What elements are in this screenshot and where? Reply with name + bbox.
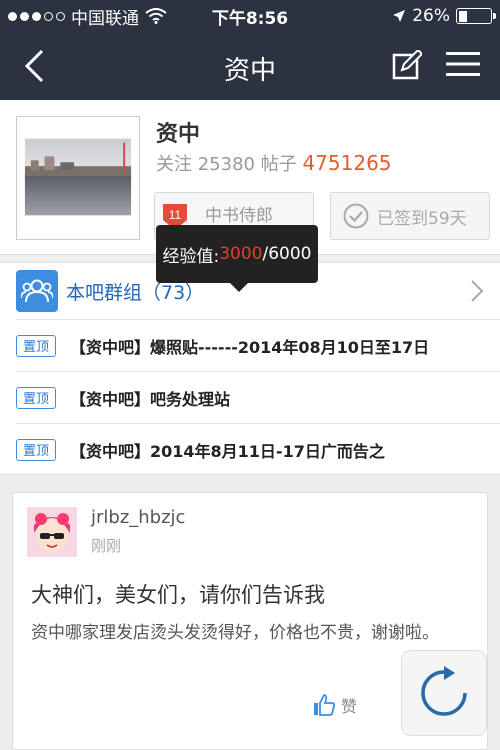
chevron-left-icon [24, 49, 44, 83]
stats-hidden-text: 关注 25380 帖子 [156, 154, 297, 175]
status-bar: 中国联通 下午8:56 26% [0, 0, 500, 32]
top-bar: 中国联通 下午8:56 26% 资中 [0, 0, 500, 100]
thumbs-up-icon [314, 694, 335, 716]
status-left: 中国联通 [8, 4, 167, 29]
post-count: 4751265 [302, 151, 392, 175]
status-right: 26% [392, 6, 496, 26]
top-list: 本吧群组（73） 置顶 【资中吧】爆照贴------2014年08月10日至17… [0, 262, 500, 475]
sticky-title: 【资中吧】爆照贴------2014年08月10日至17日 [70, 337, 430, 357]
sticky-tag: 置顶 [16, 334, 56, 357]
sign-in-label: 已签到59天 [377, 208, 467, 229]
sticky-post[interactable]: 置顶 【资中吧】吧务处理站 [16, 371, 500, 423]
group-icon [16, 270, 58, 312]
chevron-right-icon [471, 280, 484, 302]
battery-icon [456, 8, 496, 24]
sticky-tag: 置顶 [16, 438, 56, 461]
wifi-icon [145, 8, 167, 24]
level-title: 中书侍郎 [205, 206, 273, 226]
sticky-title: 【资中吧】2014年8月11日-17日广而告之 [70, 441, 385, 461]
post-time: 刚刚 [91, 537, 122, 555]
post-username[interactable]: jrlbz_hbzjc [91, 507, 185, 528]
forum-header: 资中 关注 25380 帖子 4751265 11 中书侍郎 已签到59天 经验… [0, 100, 500, 292]
nav-actions [392, 50, 480, 80]
exp-max: /6000 [262, 244, 312, 264]
like-button[interactable]: 赞 [313, 693, 357, 717]
like-label: 赞 [341, 697, 358, 716]
sticky-post[interactable]: 置顶 【资中吧】爆照贴------2014年08月10日至17日 [16, 319, 500, 371]
exp-tooltip: 经验值: 3000 /6000 [156, 225, 318, 292]
battery-percent: 26% [412, 6, 450, 26]
level-number: 11 [169, 208, 182, 222]
forum-name: 资中 [156, 122, 201, 147]
post-title: 大神们，美女们，请你们告诉我 [31, 583, 325, 607]
avatar[interactable] [27, 507, 77, 557]
menu-icon[interactable] [446, 50, 480, 78]
forum-stats: 关注 25380 帖子 4751265 [156, 150, 392, 176]
exp-label: 经验值: [162, 246, 220, 267]
nav-bar: 资中 [0, 32, 500, 100]
post-body: 资中哪家理发店烫头发烫得好，价格也不贵，谢谢啦。 [31, 623, 439, 643]
check-circle-icon [343, 203, 369, 229]
compose-icon[interactable] [392, 50, 422, 80]
sticky-post[interactable]: 置顶 【资中吧】2014年8月11日-17日广而告之 [16, 423, 500, 475]
refresh-button[interactable] [401, 650, 487, 736]
sticky-tag: 置顶 [16, 386, 56, 409]
back-button[interactable] [14, 44, 54, 88]
sign-in-button[interactable]: 已签到59天 [330, 192, 490, 240]
carrier-label: 中国联通 [71, 8, 139, 29]
exp-current: 3000 [219, 244, 263, 264]
refresh-icon [421, 666, 467, 716]
sticky-title: 【资中吧】吧务处理站 [70, 389, 231, 409]
signal-icon [8, 11, 65, 21]
location-arrow-icon [393, 10, 406, 22]
forum-thumbnail [16, 116, 140, 240]
